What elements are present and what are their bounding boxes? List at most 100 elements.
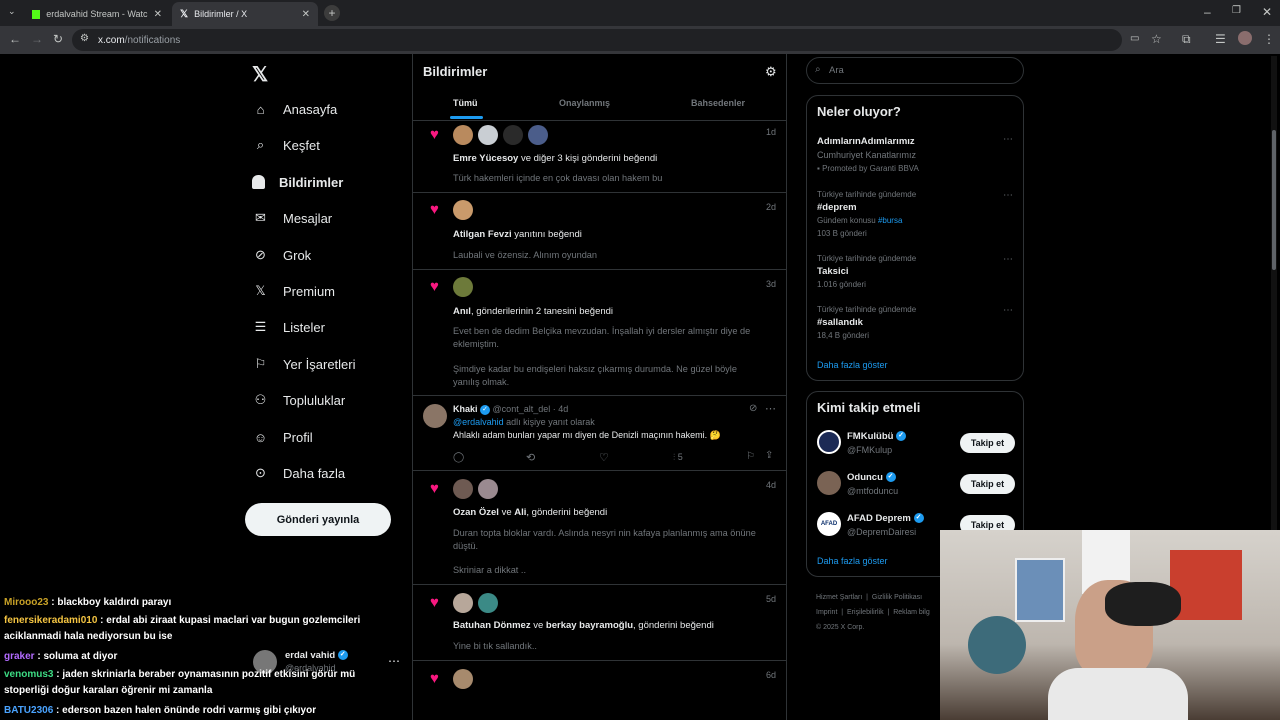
trend-more-icon[interactable]: ⋯ [1003, 190, 1013, 201]
nav-item-7[interactable]: ⚐ Yer İşaretleri [252, 352, 356, 376]
notification-like[interactable]: ♥ 5d Batuhan Dönmez ve berkay bayramoğlu… [413, 586, 786, 661]
nav-item-10[interactable]: ⊙ Daha fazla [252, 461, 345, 485]
share-icon[interactable]: ⇪ [765, 450, 773, 461]
tweet-more-icon[interactable]: ⋯ [765, 402, 776, 415]
nav-label: Yer İşaretleri [283, 356, 356, 372]
footer-link[interactable]: Hizmet Şartları [816, 594, 862, 601]
nav-item-0[interactable]: ⌂ Anasayfa [252, 97, 338, 121]
trend-name[interactable]: #deprem [817, 202, 857, 213]
search-input[interactable]: ⌕ Ara [806, 57, 1024, 84]
show-more-trends-link[interactable]: Daha fazla göster [817, 360, 888, 370]
close-window-icon[interactable]: ✕ [1262, 5, 1272, 19]
tab-search-icon[interactable]: ⌄ [8, 6, 16, 17]
chat-username[interactable]: venomus3 [4, 669, 53, 680]
reply-tweet[interactable]: Khaki ✓ @cont_alt_del · 4d ⊘ ⋯ @erdalvah… [413, 397, 786, 471]
trend-hashtag-link[interactable]: #bursa [878, 216, 902, 225]
avatar[interactable] [423, 404, 447, 428]
user-name[interactable]: Batuhan Dönmez [453, 620, 531, 631]
nav-item-9[interactable]: ☺ Profil [252, 425, 313, 449]
site-info-icon[interactable]: ⚙ [80, 33, 89, 44]
media-icon[interactable]: ☰ [1215, 32, 1226, 46]
follow-button[interactable]: Takip et [960, 474, 1015, 494]
url-field[interactable]: ⚙ x.com/notifications [72, 29, 1122, 51]
footer-link[interactable]: Erişilebilirlik [847, 609, 884, 616]
trend-name[interactable]: Taksici [817, 266, 849, 277]
scrollbar-thumb[interactable] [1272, 130, 1276, 270]
x-logo-icon[interactable]: 𝕏 [252, 62, 268, 87]
notification-like[interactable]: ♥ 2d Atilgan Fevzi yanıtını beğendi Laub… [413, 194, 786, 270]
nav-item-3[interactable]: ✉ Mesajlar [252, 206, 332, 230]
bookmark-icon[interactable]: ⚐ [746, 451, 755, 462]
reload-icon[interactable]: ↻ [53, 32, 63, 46]
notification-like[interactable]: ♥ 1d Emre Yücesoy ve diğer 3 kişi gönder… [413, 121, 786, 193]
mention-link[interactable]: @erdalvahid [453, 417, 504, 427]
notifications-column: Bildirimler ⚙ Tümü Onaylanmış Bahsedenle… [412, 54, 787, 720]
chat-username[interactable]: fenersikeradami010 [4, 615, 97, 626]
notification-like[interactable]: ♥ 3d Anıl, gönderilerinin 2 tanesini beğ… [413, 271, 786, 396]
user-name[interactable]: Emre Yücesoy [453, 153, 518, 164]
trend-name[interactable]: AdımlarınAdımlarımız [817, 136, 915, 147]
nav-item-8[interactable]: ⚇ Topluluklar [252, 388, 345, 412]
views-button[interactable]: ⫶ 5 [673, 452, 683, 463]
back-icon[interactable]: ← [9, 32, 21, 46]
follow-name[interactable]: AFAD Deprem ✓ [847, 513, 924, 524]
retweet-icon[interactable]: ⟲ [526, 451, 535, 464]
trend-name[interactable]: #sallandık [817, 317, 863, 328]
grok-icon[interactable]: ⊘ [749, 403, 757, 414]
afad-logo-icon[interactable]: AFAD [817, 512, 841, 536]
follow-button[interactable]: Takip et [960, 433, 1015, 453]
browser-menu-icon[interactable]: ⋮ [1263, 32, 1275, 46]
trend-count: 103 B gönderi [817, 229, 867, 238]
nav-item-4[interactable]: ⊘ Grok [252, 243, 311, 267]
tab-all[interactable]: Tümü [453, 98, 478, 108]
like-icon[interactable]: ♡ [599, 451, 609, 464]
tab-verified[interactable]: Onaylanmış [559, 98, 610, 108]
trend-more-icon[interactable]: ⋯ [1003, 305, 1013, 316]
cast-icon[interactable]: ▭ [1130, 33, 1139, 44]
maximize-icon[interactable]: ❐ [1232, 5, 1241, 16]
settings-gear-icon[interactable]: ⚙ [765, 64, 777, 80]
user-name[interactable]: Anıl [453, 306, 471, 317]
chat-username[interactable]: Mirooo23 [4, 597, 48, 608]
show-more-follow-link[interactable]: Daha fazla göster [817, 556, 888, 566]
tweet-age: 4d [558, 404, 569, 414]
new-tab-icon[interactable]: + [324, 5, 340, 21]
footer-link[interactable]: Reklam bilg [893, 609, 930, 616]
user-name[interactable]: berkay bayramoğlu [546, 620, 633, 631]
bookmark-star-icon[interactable]: ☆ [1151, 32, 1162, 46]
avatar[interactable] [817, 430, 841, 454]
user-name[interactable]: Ali [514, 507, 526, 518]
chat-username[interactable]: BATU2306 [4, 705, 53, 716]
close-tab-icon[interactable]: ✕ [302, 9, 310, 20]
footer-link[interactable]: Imprint [816, 609, 837, 616]
tab-kick-stream[interactable]: erdalvahid Stream - Watch Live ✕ [24, 2, 170, 26]
close-tab-icon[interactable]: ✕ [154, 9, 162, 20]
avatar[interactable] [817, 471, 841, 495]
nav-item-2[interactable]: Bildirimler [252, 170, 343, 194]
trend-more-icon[interactable]: ⋯ [1003, 134, 1013, 145]
nav-item-5[interactable]: 𝕏 Premium [252, 279, 335, 303]
footer-link[interactable]: Gizlilik Politikası [872, 594, 922, 601]
chat-message: Mirooo23 : blackboy kaldırdı parayı [4, 595, 394, 611]
nav-item-6[interactable]: ☰ Listeler [252, 315, 325, 339]
nav-item-1[interactable]: ⌕ Keşfet [252, 133, 320, 157]
profile-avatar-icon[interactable] [1238, 31, 1252, 45]
trend-more-icon[interactable]: ⋯ [1003, 254, 1013, 265]
url-host: x.com [98, 34, 125, 46]
notification-like[interactable]: ♥ 6d [413, 662, 786, 720]
minimize-icon[interactable]: – [1204, 5, 1211, 19]
verified-icon: ✓ [480, 404, 491, 415]
reply-icon[interactable]: ◯ [453, 452, 464, 463]
forward-icon[interactable]: → [31, 32, 43, 46]
user-name[interactable]: Atilgan Fevzi [453, 229, 512, 240]
follow-name[interactable]: Oduncu ✓ [847, 472, 896, 483]
follow-name[interactable]: FMKulübü ✓ [847, 431, 907, 442]
extensions-icon[interactable]: ⧉ [1182, 32, 1191, 47]
post-button[interactable]: Gönderi yayınla [245, 503, 391, 536]
tab-mentions[interactable]: Bahsedenler [691, 98, 745, 108]
tab-notifications[interactable]: 𝕏 Bildirimler / X ✕ [172, 2, 318, 26]
user-name[interactable]: Khaki [453, 404, 478, 414]
chat-username[interactable]: graker [4, 651, 35, 662]
user-name[interactable]: Ozan Özel [453, 507, 499, 518]
notification-like[interactable]: ♥ 4d Ozan Özel ve Ali, gönderini beğendi… [413, 472, 786, 585]
